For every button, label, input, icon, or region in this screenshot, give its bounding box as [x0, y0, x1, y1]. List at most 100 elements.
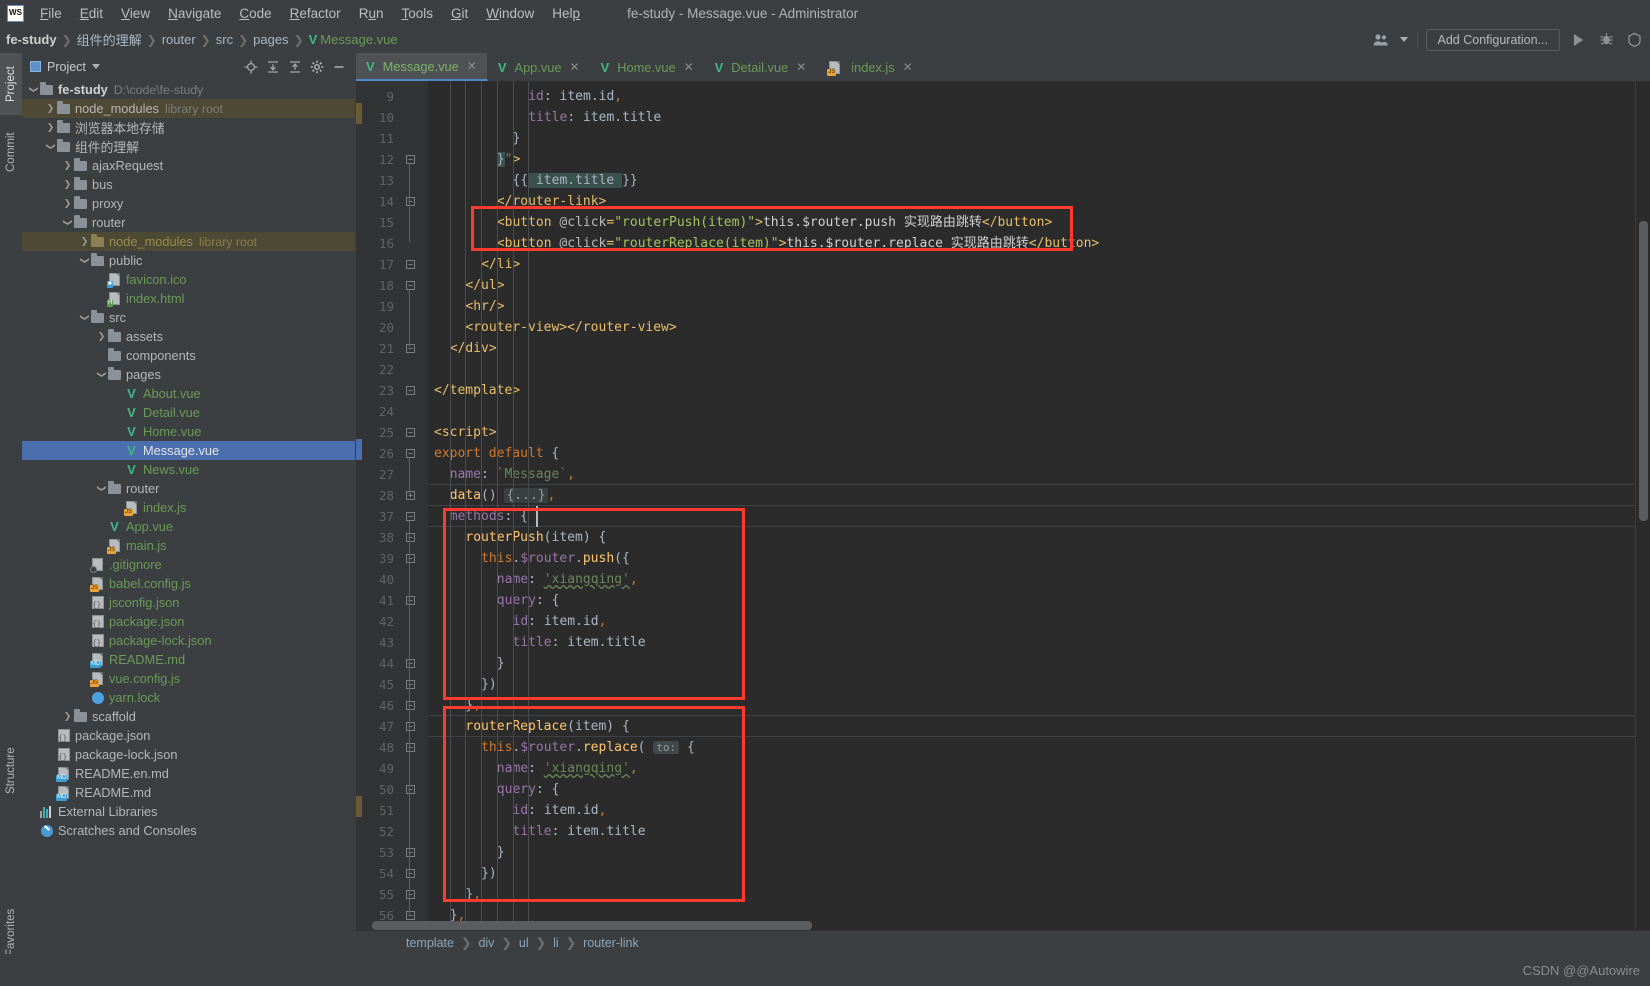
- close-icon[interactable]: ✕: [570, 60, 580, 74]
- project-panel-title-group[interactable]: Project: [22, 60, 100, 74]
- tree-item[interactable]: JS babel.config.js: [22, 574, 355, 593]
- collapse-all-icon[interactable]: [285, 57, 305, 77]
- vertical-scrollbar-thumb[interactable]: [1639, 221, 1648, 521]
- fold-collapse-icon[interactable]: −: [405, 721, 416, 732]
- tree-item[interactable]: ❯ pages: [22, 365, 355, 384]
- chevron-down-icon[interactable]: ❯: [63, 217, 73, 228]
- code-line[interactable]: name: 'xiangqing',: [497, 758, 638, 779]
- tree-item[interactable]: yarn.lock: [22, 688, 355, 707]
- chevron-down-icon[interactable]: ❯: [97, 369, 107, 380]
- tree-item[interactable]: V Home.vue: [22, 422, 355, 441]
- hide-panel-icon[interactable]: [329, 57, 349, 77]
- editor-tab-message-vue[interactable]: V Message.vue ✕: [356, 53, 488, 81]
- code-line[interactable]: name: 'xiangqing',: [497, 569, 638, 590]
- tree-item[interactable]: JS index.js: [22, 498, 355, 517]
- tree-item[interactable]: ❯ bus: [22, 175, 355, 194]
- tree-item[interactable]: MD README.md: [22, 783, 355, 802]
- code-line[interactable]: }: [497, 653, 505, 674]
- fold-collapse-icon[interactable]: −: [405, 784, 416, 795]
- chevron-right-icon[interactable]: ❯: [62, 199, 73, 208]
- tree-item[interactable]: ❯ router: [22, 479, 355, 498]
- tree-item[interactable]: ■ favicon.ico: [22, 270, 355, 289]
- fold-collapse-icon[interactable]: −: [405, 196, 416, 207]
- editor-tab-bar[interactable]: V Message.vue ✕ V App.vue ✕ V Home.vue ✕ V Detail.…: [356, 53, 1650, 82]
- horizontal-scrollbar-thumb[interactable]: [372, 921, 812, 930]
- code-line[interactable]: title: item.title: [528, 107, 661, 128]
- structure-crumb[interactable]: router-link: [583, 936, 639, 950]
- user-group-icon[interactable]: [1371, 30, 1391, 50]
- code-line[interactable]: title: item.title: [513, 821, 646, 842]
- code-line[interactable]: },: [465, 884, 481, 905]
- gutter-change-marker[interactable]: [356, 439, 362, 460]
- structure-crumb[interactable]: template: [406, 936, 454, 950]
- tree-item[interactable]: ❯ router: [22, 213, 355, 232]
- tree-item[interactable]: MD README.en.md: [22, 764, 355, 783]
- chevron-right-icon[interactable]: ❯: [62, 180, 73, 189]
- breadcrumb-folder-2[interactable]: router: [162, 32, 196, 47]
- editor-marker-bar[interactable]: [1635, 81, 1650, 931]
- fold-collapse-icon[interactable]: −: [405, 343, 416, 354]
- menu-edit[interactable]: Edit: [71, 3, 112, 24]
- fold-collapse-icon[interactable]: −: [405, 448, 416, 459]
- fold-collapse-icon[interactable]: −: [405, 385, 416, 396]
- close-icon[interactable]: ✕: [684, 60, 694, 74]
- tree-item[interactable]: package.json: [22, 726, 355, 745]
- fold-collapse-icon[interactable]: −: [405, 889, 416, 900]
- tree-item[interactable]: V News.vue: [22, 460, 355, 479]
- tree-item[interactable]: V App.vue: [22, 517, 355, 536]
- fold-collapse-icon[interactable]: −: [405, 154, 416, 165]
- fold-collapse-icon[interactable]: −: [405, 259, 416, 270]
- editor-tab-app-vue[interactable]: V App.vue ✕: [488, 53, 591, 81]
- code-line[interactable]: </li>: [481, 254, 520, 275]
- breadcrumb-project[interactable]: fe-study: [6, 32, 57, 47]
- code-line[interactable]: </ul>: [465, 275, 504, 296]
- chevron-right-icon[interactable]: ❯: [62, 712, 73, 721]
- tree-item[interactable]: .gitignore: [22, 555, 355, 574]
- fold-collapse-icon[interactable]: −: [405, 595, 416, 606]
- structure-crumb[interactable]: ul: [519, 936, 529, 950]
- project-tree[interactable]: ❯ fe-study D:\code\fe-study ❯ node_modules li…: [22, 80, 355, 986]
- tool-window-commit[interactable]: Commit: [0, 119, 22, 185]
- locate-icon[interactable]: [241, 57, 261, 77]
- breadcrumb-file[interactable]: Message.vue: [320, 32, 397, 47]
- breadcrumb-folder-1[interactable]: 组件的理解: [77, 30, 142, 49]
- tool-window-project[interactable]: Project: [0, 53, 22, 115]
- code-line[interactable]: this.$router.push({: [481, 548, 630, 569]
- add-configuration-button[interactable]: Add Configuration...: [1425, 28, 1560, 51]
- run-icon[interactable]: [1568, 30, 1588, 50]
- code-line[interactable]: methods: {: [450, 506, 528, 527]
- code-line[interactable]: title: item.title: [513, 632, 646, 653]
- code-line[interactable]: }): [481, 863, 497, 884]
- code-line[interactable]: id: item.id,: [528, 86, 622, 107]
- tree-item[interactable]: MD README.md: [22, 650, 355, 669]
- menu-tools[interactable]: Tools: [392, 3, 442, 24]
- fold-collapse-icon[interactable]: −: [405, 427, 416, 438]
- fold-collapse-icon[interactable]: −: [405, 700, 416, 711]
- fold-expand-icon[interactable]: +: [405, 490, 416, 501]
- gutter-change-marker[interactable]: [356, 103, 362, 124]
- code-line[interactable]: }: [497, 842, 505, 863]
- editor-tab-detail-vue[interactable]: V Detail.vue ✕: [705, 53, 818, 81]
- menu-help[interactable]: Help: [543, 3, 589, 24]
- structure-crumb[interactable]: li: [553, 936, 559, 950]
- code-line[interactable]: </div>: [450, 338, 497, 359]
- fold-collapse-icon[interactable]: −: [405, 679, 416, 690]
- tree-item[interactable]: V About.vue: [22, 384, 355, 403]
- chevron-down-icon[interactable]: ❯: [80, 255, 90, 266]
- menu-code[interactable]: Code: [230, 3, 280, 24]
- breadcrumb-folder-3[interactable]: src: [216, 32, 233, 47]
- menu-refactor[interactable]: Refactor: [281, 3, 350, 24]
- breadcrumb-folder-4[interactable]: pages: [253, 32, 288, 47]
- code-line[interactable]: {{ item.title }}: [513, 170, 638, 191]
- code-line[interactable]: }): [481, 674, 497, 695]
- chevron-right-icon[interactable]: ❯: [62, 161, 73, 170]
- tree-item[interactable]: package-lock.json: [22, 745, 355, 764]
- menu-file[interactable]: File: [31, 3, 71, 24]
- fold-collapse-icon[interactable]: −: [405, 553, 416, 564]
- tree-item[interactable]: jsconfig.json: [22, 593, 355, 612]
- chevron-right-icon[interactable]: ❯: [45, 123, 56, 132]
- tree-item[interactable]: External Libraries: [22, 802, 355, 821]
- tree-item[interactable]: ❯ 浏览器本地存储: [22, 118, 355, 137]
- tree-item[interactable]: ❯ 组件的理解: [22, 137, 355, 156]
- tree-item[interactable]: ❯ public: [22, 251, 355, 270]
